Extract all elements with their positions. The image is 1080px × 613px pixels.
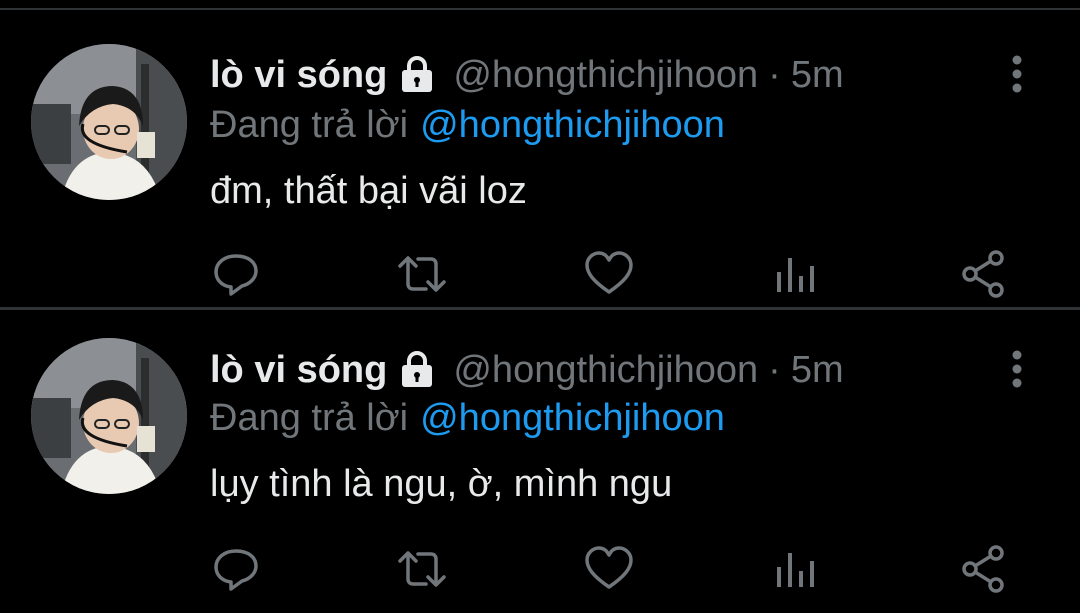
- tweet[interactable]: lò vi sóng @hongthichjihoon · 5m Đang tr…: [0, 10, 1080, 310]
- timestamp[interactable]: 5m: [791, 50, 844, 100]
- display-name[interactable]: lò vi sóng: [210, 345, 387, 395]
- display-name[interactable]: lò vi sóng: [210, 50, 387, 100]
- tweet-text: đm, thất bại vãi loz: [210, 170, 527, 212]
- analytics-icon[interactable]: [770, 248, 822, 300]
- analytics-icon[interactable]: [770, 543, 822, 595]
- separator-dot: ·: [768, 349, 781, 391]
- replying-to-label: Đang trả lời: [210, 104, 409, 146]
- lock-icon: [397, 55, 437, 95]
- handle[interactable]: @hongthichjihoon: [453, 50, 758, 100]
- share-icon[interactable]: [958, 248, 1010, 300]
- like-icon[interactable]: [583, 543, 635, 595]
- avatar[interactable]: [31, 338, 187, 494]
- share-icon[interactable]: [958, 543, 1010, 595]
- tweet[interactable]: lò vi sóng @hongthichjihoon · 5m Đang tr…: [0, 313, 1080, 613]
- tweet-actions: [0, 248, 1080, 300]
- tweet-header: lò vi sóng @hongthichjihoon · 5m: [210, 345, 844, 395]
- replying-to: Đang trả lời @hongthichjihoon: [210, 395, 725, 441]
- replying-to-mention[interactable]: @hongthichjihoon: [420, 397, 725, 439]
- tweet-text: lụy tình là ngu, ờ, mình ngu: [210, 463, 673, 505]
- replying-to: Đang trả lời @hongthichjihoon: [210, 102, 725, 148]
- tweet-actions: [0, 543, 1080, 595]
- more-icon[interactable]: [1002, 54, 1032, 94]
- reply-icon[interactable]: [210, 248, 262, 300]
- retweet-icon[interactable]: [396, 543, 448, 595]
- timestamp[interactable]: 5m: [791, 345, 844, 395]
- separator-dot: ·: [768, 54, 781, 96]
- more-icon[interactable]: [1002, 349, 1032, 389]
- tweet-header: lò vi sóng @hongthichjihoon · 5m: [210, 50, 844, 100]
- replying-to-label: Đang trả lời: [210, 397, 409, 439]
- like-icon[interactable]: [583, 248, 635, 300]
- replying-to-mention[interactable]: @hongthichjihoon: [420, 104, 725, 146]
- lock-icon: [397, 350, 437, 390]
- avatar-photo: [31, 338, 187, 494]
- avatar-photo: [31, 44, 187, 200]
- retweet-icon[interactable]: [396, 248, 448, 300]
- avatar[interactable]: [31, 44, 187, 200]
- handle[interactable]: @hongthichjihoon: [453, 345, 758, 395]
- tweet-divider: [0, 307, 1080, 310]
- reply-icon[interactable]: [210, 543, 262, 595]
